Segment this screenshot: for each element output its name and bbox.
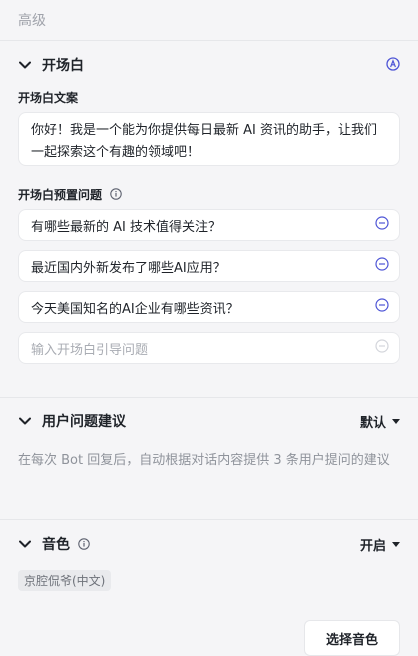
auto-icon[interactable] [386, 56, 400, 75]
preset-question-item[interactable]: 有哪些最新的 AI 技术值得关注？ [18, 209, 400, 241]
voice-title: 音色 [42, 537, 70, 553]
opening-section-header[interactable]: 开场白 [0, 43, 418, 87]
selected-voice-tag: 京腔侃爷(中文) [18, 570, 112, 591]
preset-questions-label: 开场白预置问题 [0, 185, 418, 203]
new-question-input[interactable]: 输入开场白引导问题 [18, 332, 400, 364]
remove-icon[interactable] [375, 257, 389, 275]
opening-text-value: 你好！我是一个能为你提供每日最新 AI 资讯的助手，让我们一起探索这个有趣的领域… [31, 123, 377, 160]
suggestions-mode-value: 默认 [359, 415, 386, 431]
voice-section-header[interactable]: 音色 开启 [0, 520, 418, 568]
caret-down-icon [392, 414, 400, 429]
opening-text-field[interactable]: 你好！我是一个能为你提供每日最新 AI 资讯的助手，让我们一起探索这个有趣的领域… [18, 112, 400, 166]
chevron-down-icon[interactable] [18, 537, 32, 551]
info-icon[interactable] [110, 188, 122, 200]
suggestions-title: 用户问题建议 [42, 414, 126, 430]
chevron-down-icon[interactable] [18, 58, 32, 72]
suggestions-section-header[interactable]: 用户问题建议 默认 [0, 398, 418, 444]
remove-icon[interactable] [375, 216, 389, 234]
preset-question-text[interactable]: 今天美国知名的AI企业有哪些资讯？ [31, 298, 375, 317]
opening-title: 开场白 [42, 58, 84, 74]
opening-text-label: 开场白文案 [18, 90, 79, 105]
remove-icon[interactable] [375, 298, 389, 316]
chevron-down-icon[interactable] [18, 414, 32, 428]
select-voice-button[interactable]: 选择音色 [304, 620, 400, 656]
info-icon[interactable] [78, 538, 90, 550]
preset-questions-title: 开场白预置问题 [18, 187, 103, 202]
advanced-label: 高级 [18, 13, 46, 29]
voice-status-value: 开启 [359, 538, 386, 554]
preset-question-item[interactable]: 最近国内外新发布了哪些AI应用？ [18, 250, 400, 282]
caret-down-icon [392, 537, 400, 552]
preset-question-item[interactable]: 今天美国知名的AI企业有哪些资讯？ [18, 291, 400, 323]
new-question-placeholder[interactable]: 输入开场白引导问题 [31, 339, 375, 358]
remove-icon [375, 339, 389, 357]
preset-question-text[interactable]: 有哪些最新的 AI 技术值得关注？ [31, 216, 375, 235]
suggestions-description: 在每次 Bot 回复后，自动根据对话内容提供 3 条用户提问的建议 [18, 453, 390, 468]
suggestions-mode-dropdown[interactable]: 默认 [360, 412, 400, 431]
voice-status-dropdown[interactable]: 开启 [360, 535, 400, 554]
preset-question-text[interactable]: 最近国内外新发布了哪些AI应用？ [31, 257, 375, 276]
advanced-section-header: 高级 [0, 0, 418, 41]
